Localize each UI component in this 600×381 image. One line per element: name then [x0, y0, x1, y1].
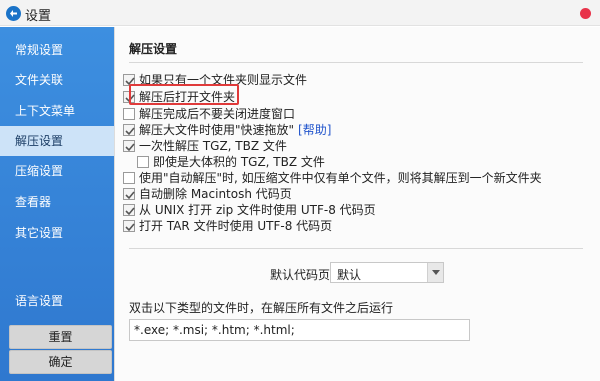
- extract-settings-panel: 解压设置 如果只有一个文件夹则显示文件 解压后打开文件夹 解压完成后不要关闭进度…: [114, 27, 600, 381]
- sidebar-item-extract[interactable]: 解压设置: [0, 126, 114, 156]
- codepage-select[interactable]: 默认: [330, 262, 444, 283]
- checkbox-checked[interactable]: [123, 124, 135, 136]
- run-after-extract-label: 双击以下类型的文件时，在解压所有文件之后运行: [129, 301, 394, 315]
- close-icon[interactable]: [580, 8, 591, 19]
- reset-button[interactable]: 重置: [9, 325, 112, 349]
- sidebar-item-language[interactable]: 语言设置: [0, 286, 114, 316]
- sidebar-item-context-menu[interactable]: 上下文菜单: [0, 96, 114, 126]
- chevron-down-icon[interactable]: [427, 263, 443, 282]
- ok-button[interactable]: 确定: [9, 350, 112, 374]
- window-title: 设置: [25, 9, 52, 24]
- app-logo-icon: [6, 6, 21, 21]
- option-label: 打开 TAR 文件时使用 UTF-8 代码页: [139, 219, 333, 233]
- option-label: 使用"自动解压"时, 如压缩文件中仅有单个文件，则将其解压到一个新文件夹: [139, 171, 542, 185]
- sidebar-item-compress[interactable]: 压缩设置: [0, 156, 114, 186]
- title-bar: 设置: [0, 0, 600, 26]
- checkbox-unchecked[interactable]: [123, 172, 135, 184]
- option-text: 解压大文件时使用"快速拖放": [139, 123, 295, 137]
- checkbox-checked[interactable]: [123, 188, 135, 200]
- checkbox-unchecked[interactable]: [137, 156, 149, 168]
- option-label: 一次性解压 TGZ, TBZ 文件: [139, 139, 287, 153]
- codepage-value: 默认: [337, 268, 362, 282]
- checkbox-checked[interactable]: [123, 204, 135, 216]
- sidebar-item-general[interactable]: 常规设置: [0, 35, 114, 65]
- divider: [129, 62, 583, 63]
- option-label: 从 UNIX 打开 zip 文件时使用 UTF-8 代码页: [139, 203, 376, 217]
- option-label: 解压大文件时使用"快速拖放" [帮助]: [139, 123, 331, 138]
- sidebar-item-viewer[interactable]: 查看器: [0, 187, 114, 217]
- codepage-label: 默认代码页: [270, 268, 331, 282]
- option-label: 自动删除 Macintosh 代码页: [139, 187, 292, 201]
- divider: [129, 248, 583, 249]
- checkbox-checked[interactable]: [123, 140, 135, 152]
- option-label: 即使是大体积的 TGZ, TBZ 文件: [153, 155, 325, 169]
- section-title: 解压设置: [129, 42, 178, 56]
- checkbox-checked[interactable]: [123, 220, 135, 232]
- help-link[interactable]: [帮助]: [298, 123, 331, 137]
- highlight-annotation: [129, 84, 239, 105]
- sidebar-item-file-association[interactable]: 文件关联: [0, 65, 114, 95]
- option-label: 解压完成后不要关闭进度窗口: [139, 107, 296, 121]
- sidebar-item-other[interactable]: 其它设置: [0, 218, 114, 248]
- sidebar: 常规设置 文件关联 上下文菜单 解压设置 压缩设置 查看器 其它设置 语言设置 …: [0, 27, 114, 381]
- checkbox-unchecked[interactable]: [123, 108, 135, 120]
- extensions-input[interactable]: [129, 319, 470, 341]
